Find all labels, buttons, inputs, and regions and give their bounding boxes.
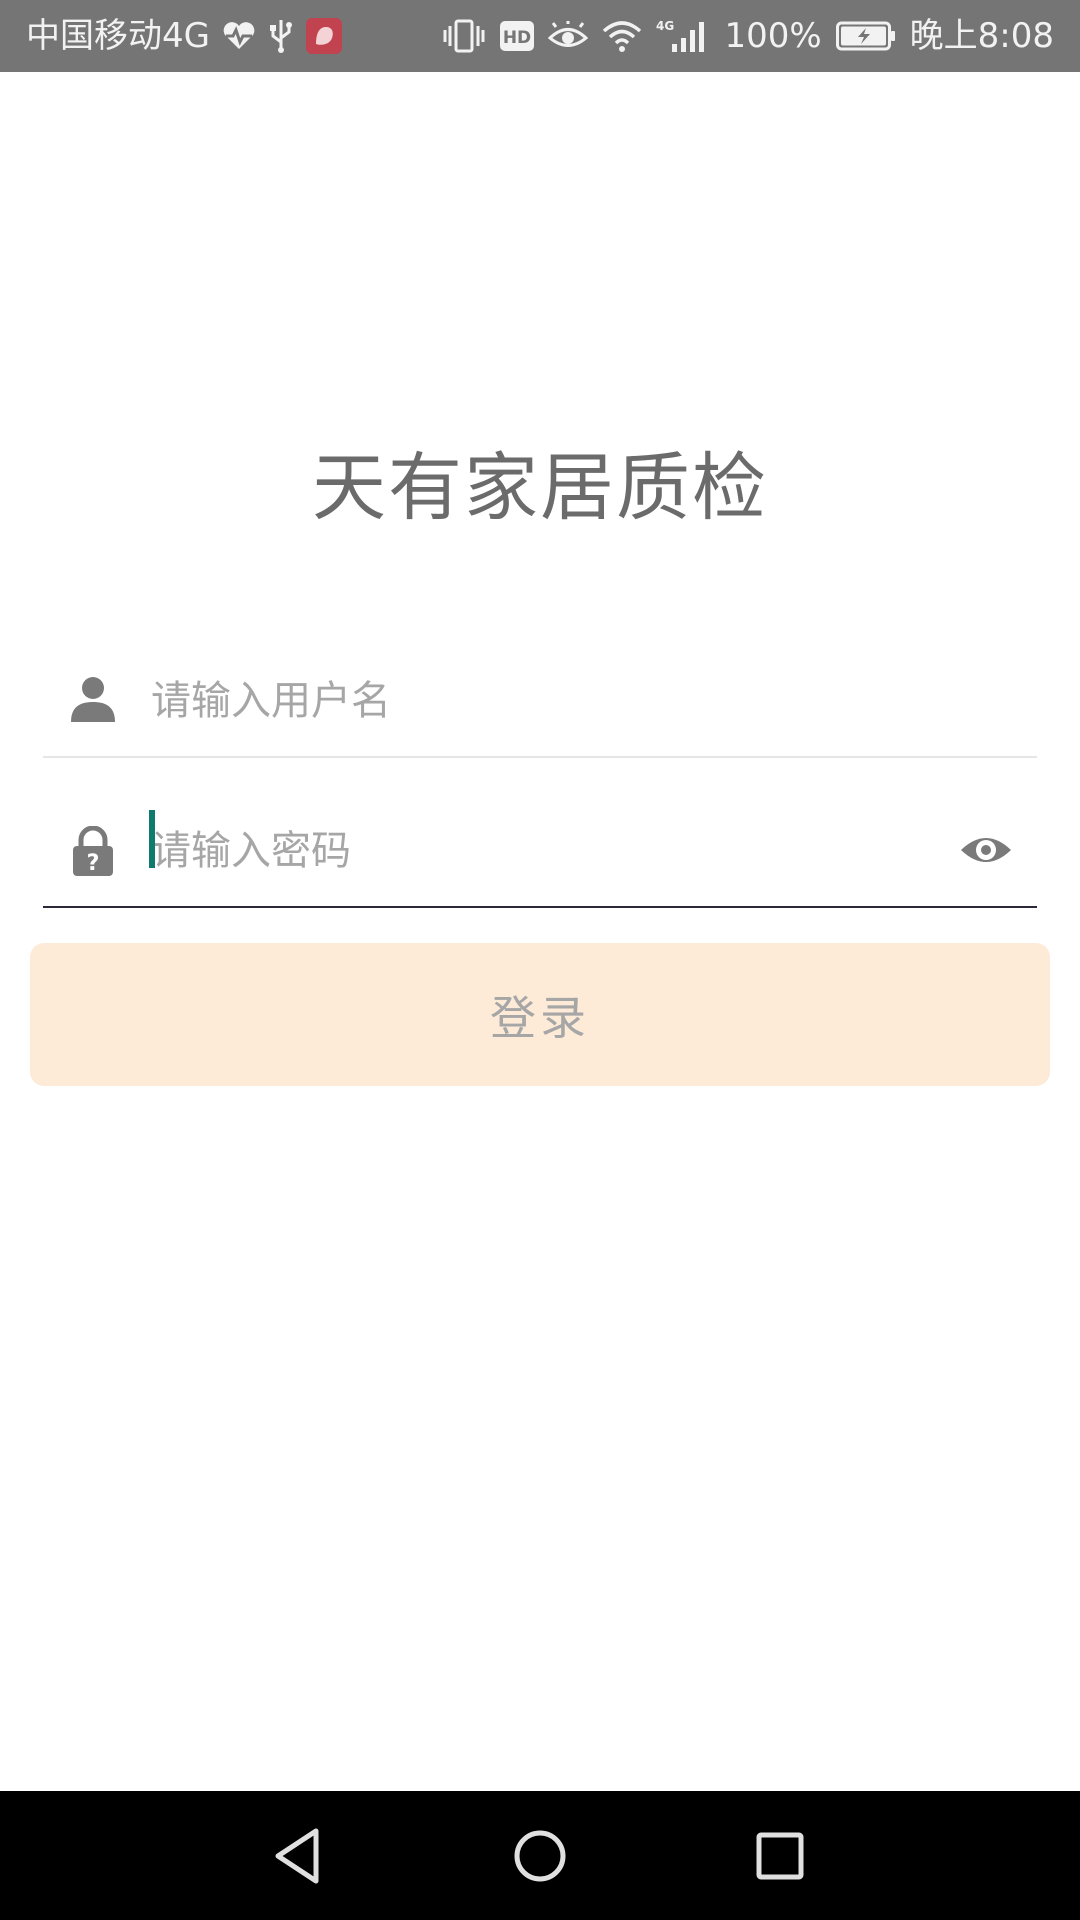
svg-text:HD: HD: [503, 28, 531, 48]
vibrate-icon: [442, 18, 486, 54]
status-bar-right: HD 4G 100% 晚上8:08: [442, 0, 1054, 72]
battery-charging-icon: [835, 21, 896, 51]
password-field: ?: [43, 796, 1037, 908]
wifi-icon: [602, 19, 642, 53]
text-caret: [149, 810, 155, 868]
eye-icon: [961, 838, 1011, 862]
back-icon[interactable]: [264, 1821, 334, 1891]
clock: 晚上8:08: [909, 16, 1054, 56]
toggle-password-visibility-button[interactable]: [959, 826, 1013, 876]
username-input[interactable]: [151, 668, 931, 734]
signal-4g-icon: 4G: [656, 18, 710, 54]
password-input[interactable]: [151, 818, 931, 884]
usb-icon: [268, 18, 294, 54]
app-notification-icon: [305, 18, 342, 54]
navigation-bar: [0, 1791, 1080, 1920]
svg-text:?: ?: [87, 851, 100, 876]
home-icon[interactable]: [505, 1821, 575, 1891]
lock-question-icon: ?: [71, 825, 115, 876]
status-bar-left: 中国移动4G: [26, 0, 342, 72]
person-icon: [71, 676, 115, 724]
app-title: 天有家居质检: [312, 445, 768, 531]
recents-icon[interactable]: [745, 1821, 815, 1891]
login-button[interactable]: 登录: [30, 943, 1050, 1086]
eye-icon: [548, 21, 589, 51]
carrier-label: 中国移动4G: [26, 16, 210, 56]
svg-text:4G: 4G: [656, 19, 674, 33]
battery-percent: 100%: [724, 16, 822, 56]
hd-icon: HD: [500, 21, 535, 51]
status-bar: 中国移动4G HD 4G 100% 晚上8:08: [0, 0, 1080, 72]
login-screen: 中国移动4G HD 4G 100% 晚上8:08 天有家居质检 请输入用户名 ?…: [0, 0, 1080, 1920]
heart-rate-icon: [222, 21, 256, 51]
username-field: [43, 646, 1037, 758]
